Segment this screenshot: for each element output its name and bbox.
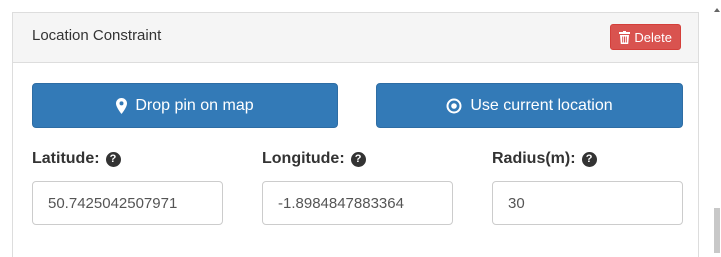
scroll-up-arrow-icon[interactable] (714, 8, 720, 12)
help-icon[interactable]: ? (350, 151, 366, 167)
drop-pin-button[interactable]: Drop pin on map (32, 83, 338, 128)
panel-heading: Location Constraint Delete (13, 13, 698, 63)
latitude-label: Latitude: (32, 150, 100, 167)
scrollbar-thumb[interactable] (714, 208, 720, 253)
delete-button[interactable]: Delete (610, 24, 681, 50)
use-current-location-button[interactable]: Use current location (376, 83, 683, 128)
radius-input[interactable] (492, 181, 683, 225)
longitude-field: Longitude: ? (262, 149, 453, 225)
latitude-field: Latitude: ? (32, 149, 223, 225)
scrollbar[interactable] (713, 0, 721, 257)
map-marker-icon (116, 97, 128, 114)
longitude-input[interactable] (262, 181, 453, 225)
delete-button-label: Delete (634, 29, 672, 45)
help-icon[interactable]: ? (581, 151, 597, 167)
longitude-label: Longitude: (262, 150, 345, 167)
use-current-location-label: Use current location (470, 96, 613, 114)
radius-label: Radius(m): (492, 150, 576, 167)
radius-field: Radius(m): ? (492, 149, 683, 225)
target-icon (446, 98, 462, 113)
trash-icon (619, 30, 631, 44)
panel-title: Location Constraint (32, 27, 162, 44)
drop-pin-label: Drop pin on map (135, 96, 254, 114)
latitude-input[interactable] (32, 181, 223, 225)
help-icon[interactable]: ? (105, 151, 121, 167)
location-constraint-panel: Location Constraint Delete Drop pin on m… (12, 12, 699, 257)
